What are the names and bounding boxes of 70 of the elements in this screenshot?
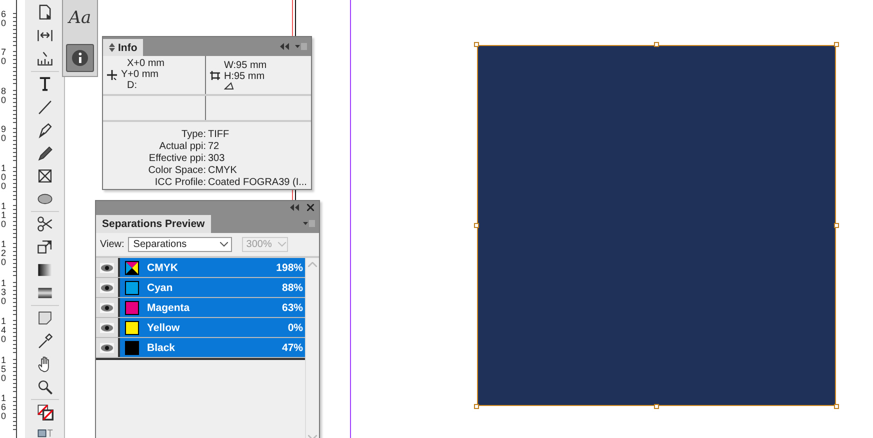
- collapse-icon[interactable]: [280, 43, 289, 50]
- ruler-label: 160: [1, 394, 7, 421]
- view-dropdown[interactable]: Separations: [128, 237, 232, 252]
- free-transform-tool-icon[interactable]: [35, 238, 54, 256]
- scissors-tool-icon[interactable]: [35, 214, 54, 234]
- chevron-down-icon: [220, 242, 228, 247]
- info-icon: [71, 49, 89, 67]
- property-label: Type:: [180, 129, 206, 141]
- selection-handle[interactable]: [654, 404, 659, 409]
- ruler-label: 110: [1, 202, 7, 229]
- selection-handle[interactable]: [474, 223, 479, 228]
- angle-icon: [224, 82, 234, 90]
- separation-row[interactable]: Cyan 88%: [120, 278, 305, 297]
- info-tab[interactable]: Info: [103, 39, 144, 56]
- ruler-label: 150: [1, 356, 7, 383]
- selection-handle[interactable]: [834, 42, 839, 47]
- size-reading: W:95 mm: [224, 60, 267, 71]
- property-value: TIFF: [208, 129, 230, 141]
- eye-icon[interactable]: [100, 302, 114, 312]
- content-collector-icon[interactable]: [35, 50, 54, 68]
- updown-icon: [109, 43, 115, 52]
- separation-row[interactable]: Yellow 0%: [120, 318, 305, 337]
- ruler-label: 90: [1, 125, 7, 144]
- eye-icon[interactable]: [100, 342, 114, 352]
- close-icon[interactable]: [307, 204, 314, 210]
- property-value: 72: [208, 141, 220, 153]
- property-value: CMYK: [208, 165, 238, 177]
- ruler-label: 140: [1, 317, 7, 344]
- fill-stroke-icon[interactable]: [35, 402, 54, 422]
- ruler-label: 100: [1, 164, 7, 191]
- property-value: Coated FOGRA39 (I...: [208, 177, 308, 189]
- info-button[interactable]: [66, 44, 94, 72]
- ruler-label: 120: [1, 240, 7, 268]
- selection-handle[interactable]: [654, 42, 659, 47]
- ink-swatch-icon: [125, 280, 139, 294]
- collapse-icon[interactable]: [290, 204, 299, 210]
- dimensions-icon: [210, 70, 220, 80]
- property-label: Actual ppi:: [158, 141, 206, 153]
- panel-menu-icon[interactable]: [295, 42, 307, 51]
- property-label: Color Space:: [147, 165, 206, 177]
- ink-swatch-icon: [125, 300, 139, 314]
- ruler-label: 60: [1, 10, 7, 28]
- view-label: View:: [100, 239, 124, 250]
- position-reading: D:: [126, 80, 138, 92]
- separation-row[interactable]: Black 47%: [120, 338, 305, 357]
- eye-icon[interactable]: [100, 262, 114, 272]
- position-reading: Y+0 mm: [121, 69, 160, 80]
- selection-handle[interactable]: [834, 404, 839, 409]
- property-label: Effective ppi:: [148, 153, 206, 165]
- eye-icon[interactable]: [100, 322, 114, 332]
- ruler-label: 80: [1, 86, 7, 105]
- ink-swatch-icon: [125, 320, 139, 334]
- selection-handle[interactable]: [834, 223, 839, 228]
- eye-icon[interactable]: [100, 282, 114, 292]
- chevron-down-icon: [278, 242, 286, 247]
- property-label: ICC Profile:: [154, 177, 206, 189]
- ink-swatch-icon: [125, 340, 139, 354]
- property-value: 303: [208, 153, 226, 165]
- ruler-label: 130: [1, 278, 7, 306]
- position-reading: X+0 mm: [126, 58, 165, 70]
- separation-row[interactable]: Magenta 63%: [120, 298, 305, 317]
- cmyk-swatch-icon: [125, 260, 139, 274]
- crosshair-icon: [107, 70, 117, 80]
- separation-row[interactable]: CMYK 198%: [120, 258, 305, 277]
- size-reading: H:95 mm: [224, 70, 266, 82]
- separations-preview-tab[interactable]: Separations Preview: [96, 215, 211, 233]
- selection-handle[interactable]: [474, 404, 479, 409]
- panel-menu-icon[interactable]: [303, 218, 315, 228]
- selection-handle[interactable]: [474, 42, 479, 47]
- ruler-label: 70: [1, 48, 7, 66]
